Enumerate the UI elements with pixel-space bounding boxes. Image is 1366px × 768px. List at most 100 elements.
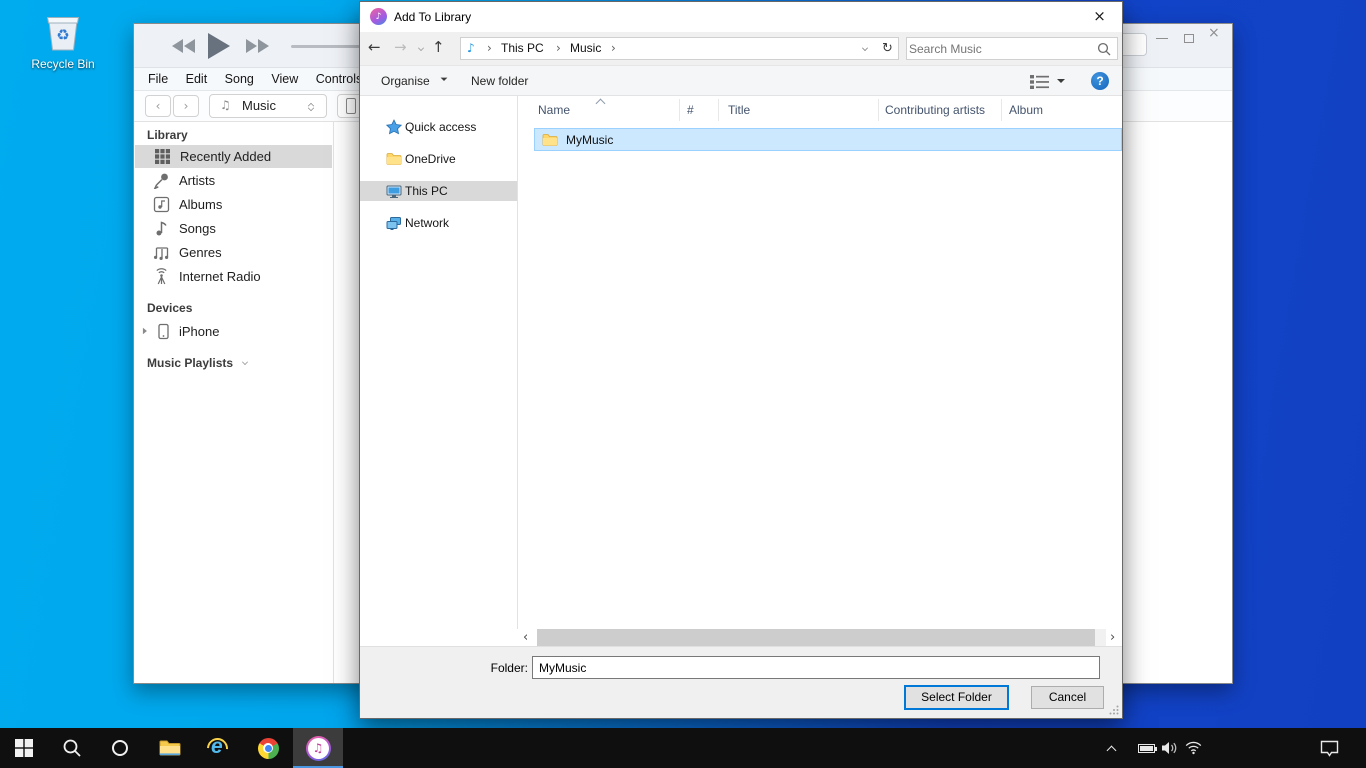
horizontal-scrollbar[interactable]: ‹ › [360,629,1122,646]
breadcrumb-separator: › [556,38,561,59]
up-arrow-icon[interactable]: ↑ [432,38,445,56]
column-header-album[interactable]: Album [1009,96,1043,124]
breadcrumb-this-pc[interactable]: This PC [501,38,544,59]
volume-tray-icon[interactable] [1161,728,1178,768]
cortana-button[interactable] [98,728,142,768]
sidebar-item-internet-radio[interactable]: Internet Radio [134,265,333,288]
column-header-title[interactable]: Title [728,96,750,124]
taskbar-search-button[interactable] [50,728,94,768]
back-button[interactable]: ‹ [145,95,171,117]
breadcrumb-music[interactable]: Music [570,38,601,59]
place-quick-access[interactable]: Quick access [360,117,517,137]
breadcrumb-separator: › [611,38,616,59]
file-row-mymusic[interactable]: MyMusic [534,128,1122,151]
place-network[interactable]: Network [360,213,517,233]
sidebar-item-genres[interactable]: Genres [134,241,333,264]
expand-chevron-icon[interactable] [143,328,150,334]
play-button[interactable] [208,33,230,59]
itunes-icon: ♫ [306,736,331,761]
sidebar-item-albums[interactable]: Albums [134,193,333,216]
media-selector[interactable]: ♫ Music [209,94,327,118]
folder-name-input[interactable] [532,656,1100,679]
resize-grip[interactable] [1109,705,1119,715]
network-tray-icon[interactable] [1185,728,1202,768]
dialog-navigation-row: ← → ↑ ♪ › This PC › Music › ↻ [360,32,1122,65]
help-button[interactable]: ? [1091,72,1109,90]
forward-arrow-icon[interactable]: → [394,38,407,56]
scroll-right-icon[interactable]: › [1110,629,1115,646]
recycle-bin-label: Recycle Bin [22,57,104,71]
battery-tray-icon[interactable] [1138,728,1155,768]
search-input[interactable] [909,39,1089,58]
chrome-button[interactable] [246,728,290,768]
folder-icon [542,132,558,148]
show-hidden-icons-button[interactable] [1108,728,1115,768]
new-folder-button[interactable]: New folder [471,74,528,88]
action-center-button[interactable] [1320,728,1339,768]
file-explorer-button[interactable] [148,728,192,768]
column-header-number[interactable]: # [687,96,694,124]
maximize-button[interactable] [1184,34,1194,43]
cortana-icon [112,740,128,756]
back-arrow-icon[interactable]: ← [368,38,381,56]
itunes-taskbar-button[interactable]: ♫ [293,728,343,768]
column-header-contributing-artists[interactable]: Contributing artists [885,96,985,124]
speaker-icon [1161,741,1178,755]
folder-label: Folder: [468,661,528,675]
column-header-name[interactable]: Name [538,96,570,124]
menu-file[interactable]: File [148,68,168,90]
dialog-title: Add To Library [394,2,471,32]
menu-controls[interactable]: Controls [316,68,363,90]
recycle-bin-shortcut[interactable]: ♻ Recycle Bin [22,12,104,71]
chevron-down-icon [242,359,248,365]
music-note-icon: ♪ [467,41,475,55]
view-mode-caret-icon[interactable] [1057,79,1065,87]
sidebar-item-recently-added[interactable]: Recently Added [135,145,332,168]
address-bar[interactable]: ♪ › This PC › Music › [460,37,878,60]
dialog-footer: Folder: Select Folder Cancel [360,646,1122,718]
place-this-pc[interactable]: This PC [360,181,517,201]
close-button[interactable]: × [1077,2,1122,31]
recent-locations-chevron-icon[interactable] [418,45,424,51]
recycle-bin-icon: ♻ [42,12,84,52]
search-icon[interactable] [1097,42,1111,56]
rewind-button[interactable] [172,39,196,53]
chevron-up-icon [1107,745,1117,755]
add-to-library-dialog: ♪ Add To Library × ← → ↑ ♪ › This PC › M… [359,1,1123,719]
menu-view[interactable]: View [271,68,298,90]
music-playlists-header[interactable]: Music Playlists [147,356,248,370]
taskbar: e ♫ [0,728,1366,768]
start-button[interactable] [2,728,46,768]
forward-button[interactable]: › [173,95,199,117]
refresh-button[interactable]: ↻ [877,37,899,60]
itunes-app-icon: ♪ [370,8,387,25]
address-dropdown-chevron-icon[interactable] [862,45,868,51]
close-icon[interactable]: × [1208,25,1220,41]
chrome-icon [258,738,279,759]
windows-logo-icon [15,739,33,757]
grid-icon [154,148,171,165]
organise-button[interactable]: Organise [381,74,448,88]
search-icon [62,738,82,758]
sidebar-item-songs[interactable]: Songs [134,217,333,240]
dialog-titlebar: ♪ Add To Library × [360,2,1122,32]
search-box[interactable] [906,37,1118,60]
cancel-button[interactable]: Cancel [1031,686,1104,709]
fast-forward-button[interactable] [246,39,270,53]
microphone-icon [153,172,170,189]
scroll-left-icon[interactable]: ‹ [523,629,528,646]
scrollbar-track[interactable] [537,629,1106,646]
song-note-icon [153,220,170,237]
select-folder-button[interactable]: Select Folder [904,685,1009,710]
menu-song[interactable]: Song [225,68,254,90]
menu-edit[interactable]: Edit [186,68,208,90]
scrollbar-thumb[interactable] [537,629,1095,646]
internet-explorer-button[interactable]: e [196,728,240,768]
view-mode-icon[interactable] [1030,75,1049,89]
iphone-icon [346,98,356,114]
desktop: ♻ Recycle Bin × File Edit Song View [0,0,1366,768]
minimize-button[interactable] [1156,38,1168,39]
place-onedrive[interactable]: OneDrive [360,149,517,169]
sidebar-item-iphone[interactable]: iPhone [134,320,333,343]
sidebar-item-artists[interactable]: Artists [134,169,333,192]
